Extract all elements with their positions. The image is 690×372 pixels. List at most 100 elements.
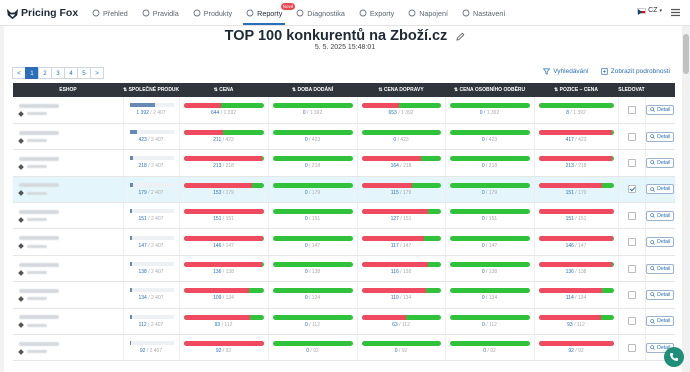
eshop-name-redacted[interactable]	[19, 103, 59, 108]
total-value: 92	[401, 348, 408, 355]
show-details-toggle[interactable]: Zobrazit podrobnosti	[601, 68, 670, 75]
pager-page-5[interactable]: 5	[77, 67, 91, 79]
chat-button[interactable]	[664, 347, 684, 367]
eshop-meta	[18, 243, 123, 249]
language-switcher[interactable]: CZ ▾	[637, 7, 662, 15]
watch-checkbox[interactable]	[627, 158, 636, 167]
logo[interactable]: Pricing Fox	[6, 5, 78, 21]
table-row[interactable]: 134 / 2 407 109 / 134 0 / 134 110 / 134 0 / …	[13, 281, 675, 309]
cena-worse-segment	[183, 235, 263, 241]
detail-button[interactable]: Detail	[646, 263, 675, 274]
table-row[interactable]: 92 / 2 407 92 / 92 0 / 92 0 / 92 0 / 92 92 / …	[13, 334, 675, 362]
doba-cell: 0 / 151	[268, 202, 358, 230]
nav-item-2[interactable]: Produkty	[186, 0, 239, 26]
watch-checkbox[interactable]	[627, 264, 636, 273]
nav-item-3[interactable]: Reporty Nové	[239, 0, 296, 26]
common-products-cell: 218 / 2 407	[123, 149, 180, 177]
table-row[interactable]: 151 / 2 407 151 / 151 0 / 151 127 / 151 0 / …	[13, 202, 675, 230]
pager-page-2[interactable]: 2	[38, 67, 52, 79]
common-products-count: 134	[138, 295, 147, 302]
count-total: / 92	[221, 348, 232, 355]
detail-button[interactable]: Detail	[646, 289, 675, 300]
pager-page-3[interactable]: 3	[51, 67, 65, 79]
total-value: 151	[578, 216, 587, 223]
eshop-name-redacted[interactable]	[19, 341, 59, 346]
column-header-3[interactable]: ⇅ DOBA DODÁNÍ	[268, 83, 357, 97]
column-header-4[interactable]: ⇅ CENA DOPRAVY	[357, 83, 445, 97]
detail-button[interactable]: Detail	[646, 131, 675, 142]
detail-button[interactable]: Detail	[646, 316, 675, 327]
column-header-5[interactable]: ⇅ CENA OSOBNÍHO ODBĚRU	[445, 83, 534, 97]
nav-item-6[interactable]: Napojení	[401, 0, 455, 26]
worse-count: 213	[565, 163, 574, 170]
pager-page-1[interactable]: 1	[25, 67, 39, 79]
eshop-cell	[13, 255, 124, 283]
cena-cell: 644 / 1 392	[179, 97, 269, 124]
eshop-name-redacted[interactable]	[19, 262, 59, 267]
watch-checkbox[interactable]	[627, 238, 636, 247]
eshop-name-redacted[interactable]	[19, 183, 59, 188]
eshop-name-redacted[interactable]	[19, 288, 59, 293]
eshop-name-redacted[interactable]	[19, 209, 59, 214]
watch-checkbox[interactable]	[627, 290, 636, 299]
cena-value: 136 / 138	[180, 269, 268, 275]
nav-item-5[interactable]: Exporty	[352, 0, 401, 26]
pozice-status-bar	[538, 209, 614, 215]
detail-button[interactable]: Detail	[646, 104, 675, 115]
table-row[interactable]: 218 / 2 407 213 / 218 0 / 218 164 / 218 0 / …	[13, 149, 675, 177]
menu-icon[interactable]	[671, 8, 680, 17]
settings-icon	[462, 9, 470, 17]
table-row[interactable]: 1 392 / 2 407 644 / 1 392 0 / 1 392 653 / 1…	[13, 97, 675, 124]
watch-checkbox[interactable]	[627, 211, 636, 220]
table-row[interactable]: 423 / 2 407 211 / 423 0 / 423 0 / 423 0 / 42…	[13, 123, 675, 151]
pager-next-button[interactable]: >	[90, 67, 104, 79]
pager-page-4[interactable]: 4	[64, 67, 78, 79]
table-row[interactable]: 179 / 2 407 153 / 179 0 / 179 115 / 179 0 / …	[13, 176, 675, 204]
nav-item-1[interactable]: Pravidla	[135, 0, 186, 26]
detail-cell: Detail	[645, 308, 675, 336]
nav-item-0[interactable]: Přehled	[85, 0, 135, 26]
table-row[interactable]: 147 / 2 407 146 / 147 0 / 147 117 / 147 0 / …	[13, 228, 675, 256]
eshop-name-redacted[interactable]	[19, 156, 59, 161]
column-header-6[interactable]: ⇅ POZICE – CENA	[534, 83, 618, 97]
table-row[interactable]: 112 / 2 407 93 / 112 0 / 112 63 / 112 0 / 11…	[13, 308, 675, 336]
pencil-edit-icon[interactable]	[456, 32, 465, 41]
common-products-bar	[129, 156, 174, 161]
pager-prev-button[interactable]: <	[12, 67, 26, 79]
doprava-status-bar	[361, 103, 441, 109]
detail-button[interactable]: Detail	[646, 237, 675, 248]
eshop-name-redacted[interactable]	[19, 236, 59, 241]
odber-value: 0 / 151	[446, 216, 534, 222]
watch-checkbox[interactable]	[627, 132, 636, 141]
eshop-cell	[13, 123, 124, 151]
eshop-meta	[18, 296, 123, 302]
detail-button[interactable]: Detail	[646, 210, 675, 221]
detail-button[interactable]: Detail	[646, 157, 675, 168]
cena-status-bar	[183, 209, 264, 215]
column-header-2[interactable]: ⇅ CENA	[179, 83, 268, 97]
pozice-cell: 417 / 423	[534, 123, 619, 151]
common-products-cell: 147 / 2 407	[123, 228, 180, 256]
watch-checkbox[interactable]	[627, 105, 636, 114]
watch-checkbox[interactable]	[627, 343, 636, 352]
vertical-scrollbar[interactable]	[682, 26, 690, 372]
common-products-bar	[129, 262, 174, 267]
doprava-value: 115 / 179	[358, 190, 445, 196]
eshop-name-redacted[interactable]	[19, 315, 59, 320]
total-value: 1 392	[309, 110, 323, 117]
nav-item-4[interactable]: Diagnostika	[289, 0, 352, 26]
column-header-1[interactable]: ⇅ SPOLEČNÉ PRODUKTY	[123, 83, 179, 97]
tag-icon	[18, 190, 24, 197]
table-row[interactable]: 138 / 2 407 136 / 138 0 / 138 116 / 138 0 / …	[13, 255, 675, 283]
doprava-cell: 115 / 179	[357, 176, 446, 204]
total-value: 218	[403, 163, 412, 170]
nav-item-7[interactable]: Nastavení	[455, 0, 512, 26]
eshop-name-redacted[interactable]	[19, 130, 59, 135]
detail-button-label: Detail	[657, 291, 671, 298]
watch-checkbox[interactable]	[627, 317, 636, 326]
detail-cell: Detail	[645, 97, 675, 124]
detail-button[interactable]: Detail	[646, 184, 675, 195]
watch-checkbox[interactable]	[627, 185, 636, 194]
search-toggle[interactable]: Vyhledávání	[543, 68, 589, 75]
column-header-7: SLEDOVAT	[618, 83, 645, 97]
